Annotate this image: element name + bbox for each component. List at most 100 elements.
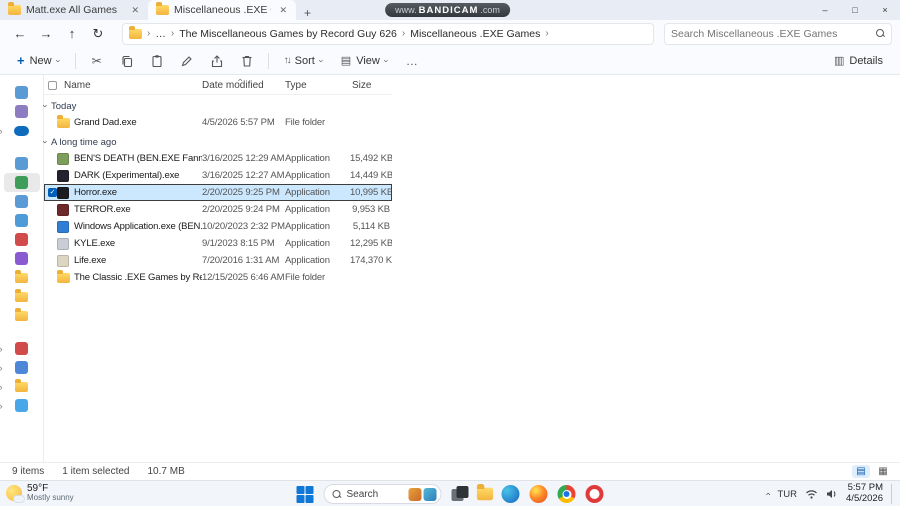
chevron-right-icon[interactable]: ›: [0, 363, 3, 373]
sidebar-item-recycle-bin[interactable]: ›: [0, 339, 40, 358]
sidebar-item-pinned-folder-3[interactable]: [4, 306, 40, 325]
wifi-icon[interactable]: [805, 489, 818, 499]
sidebar-item-network[interactable]: ›: [0, 396, 40, 415]
search-input[interactable]: [671, 27, 876, 40]
file-row[interactable]: ✓ The Classic .EXE Games by Record Guy..…: [44, 269, 392, 286]
file-row[interactable]: ✓ Windows Application.exe (BEN.EXE Pa...…: [44, 218, 392, 235]
maximize-button[interactable]: □: [840, 0, 870, 20]
file-row[interactable]: ✓ BEN'S DEATH (BEN.EXE Fanmade Cop... 3/…: [44, 150, 392, 167]
taskbar-search-box[interactable]: Search: [323, 484, 442, 504]
sidebar-item-gallery[interactable]: [4, 102, 40, 121]
pinned-folder-3-icon: [15, 307, 28, 321]
address-bar[interactable]: › … › The Miscellaneous Games by Record …: [122, 22, 654, 45]
file-row[interactable]: ✓ Grand Dad.exe 4/5/2026 5:57 PM File fo…: [44, 114, 392, 131]
weather-widget[interactable]: 59°F Mostly sunny: [6, 483, 74, 503]
copy-button[interactable]: [114, 50, 140, 72]
show-desktop-button[interactable]: [891, 484, 895, 504]
close-icon[interactable]: ✕: [276, 5, 290, 16]
hidden-icons-chevron[interactable]: ›: [763, 493, 773, 496]
chevron-right-icon[interactable]: ›: [0, 401, 3, 411]
view-button[interactable]: ▤ View ›: [334, 51, 395, 70]
edge-icon[interactable]: [501, 485, 520, 503]
start-button[interactable]: [296, 485, 314, 503]
file-explorer-taskbar-icon[interactable]: [476, 484, 494, 501]
sidebar-item-downloads[interactable]: [3, 173, 40, 192]
file-row[interactable]: ✓ KYLE.exe 9/1/2023 8:15 PM Application …: [44, 235, 392, 252]
sidebar-item-documents[interactable]: [4, 192, 40, 211]
sidebar-item-pictures[interactable]: [4, 211, 40, 230]
sidebar-item-videos[interactable]: [4, 249, 40, 268]
group-label: Today: [51, 100, 77, 112]
sidebar-item-pinned-folder-2[interactable]: [4, 287, 40, 306]
close-icon[interactable]: ✕: [128, 5, 142, 16]
file-type: Application: [285, 170, 330, 181]
divider: [74, 52, 76, 69]
file-size: 5,114 KB: [352, 221, 390, 232]
breadcrumb-parent-folder[interactable]: The Miscellaneous Games by Record Guy 62…: [179, 28, 397, 40]
file-row[interactable]: ✓ Life.exe 7/20/2016 1:31 AM Application…: [44, 252, 392, 269]
back-button[interactable]: ←: [8, 23, 32, 45]
breadcrumb-ellipsis[interactable]: …: [155, 28, 166, 40]
chevron-right-icon[interactable]: ›: [0, 382, 3, 392]
refresh-button[interactable]: ↻: [86, 23, 110, 45]
cut-button[interactable]: ✂: [84, 50, 110, 72]
sidebar-item-desktop[interactable]: [4, 154, 40, 173]
minimize-button[interactable]: –: [810, 0, 840, 20]
thumbnails-view-button[interactable]: ▦: [874, 465, 892, 478]
search-highlight-icon[interactable]: [408, 487, 422, 501]
application-icon: [57, 203, 69, 216]
chevron-down-icon[interactable]: ›: [41, 105, 51, 108]
details-view-button[interactable]: ▤: [852, 465, 870, 478]
forward-button[interactable]: →: [34, 23, 58, 45]
search-highlight-icon[interactable]: [423, 487, 437, 501]
sidebar-item-music[interactable]: [4, 230, 40, 249]
column-header-date-modified[interactable]: Date modified: [202, 80, 285, 91]
clock[interactable]: 5:57 PM 4/5/2026: [846, 482, 883, 505]
sidebar-item-pinned-folder-1[interactable]: [4, 268, 40, 287]
close-button[interactable]: ×: [870, 0, 900, 20]
up-button[interactable]: ↑: [60, 23, 84, 45]
paste-button[interactable]: [144, 50, 170, 72]
new-button[interactable]: + New ›: [10, 50, 67, 71]
group-header[interactable]: › A long time ago: [41, 134, 392, 150]
sidebar-item-onedrive[interactable]: ›: [0, 121, 40, 140]
file-row[interactable]: ✓ TERROR.exe 2/20/2025 9:24 PM Applicati…: [44, 201, 392, 218]
task-view-button[interactable]: [451, 485, 469, 503]
file-date-modified: 7/20/2016 1:31 AM: [202, 255, 280, 266]
chevron-right-icon[interactable]: ›: [0, 126, 3, 136]
column-header-size[interactable]: Size: [350, 80, 392, 91]
row-checkbox[interactable]: ✓: [48, 188, 57, 197]
rename-button[interactable]: [174, 50, 200, 72]
delete-button[interactable]: [234, 50, 260, 72]
new-tab-button[interactable]: +: [296, 6, 319, 20]
tab-strip: Matt.exe All Games ✕ Miscellaneous .EXE …: [0, 0, 900, 20]
share-button[interactable]: [204, 50, 230, 72]
file-row[interactable]: ✓ DARK (Experimental).exe 3/16/2025 12:2…: [44, 167, 392, 184]
sort-button[interactable]: ↑↓ Sort ›: [277, 52, 330, 70]
search-box[interactable]: [664, 22, 892, 45]
more-options-button[interactable]: …: [399, 50, 425, 72]
sidebar-item-home[interactable]: [4, 83, 40, 102]
column-header-name[interactable]: Name: [56, 80, 202, 91]
volume-icon[interactable]: [826, 489, 838, 499]
firefox-icon[interactable]: [529, 485, 548, 503]
chevron-down-icon[interactable]: ›: [41, 141, 51, 144]
chrome-icon[interactable]: [557, 485, 576, 503]
file-date-modified: 2/20/2025 9:25 PM: [202, 187, 280, 198]
sidebar-item-libraries[interactable]: ›: [0, 377, 40, 396]
group-header[interactable]: › Today: [41, 98, 392, 114]
this-pc-icon: [15, 361, 28, 374]
bandicam-watermark: www. BANDICAM .com: [385, 3, 510, 17]
language-indicator[interactable]: TUR: [777, 489, 797, 500]
file-row[interactable]: ✓ Horror.exe 2/20/2025 9:25 PM Applicati…: [44, 184, 392, 201]
opera-icon[interactable]: [585, 485, 604, 503]
breadcrumb-current-folder[interactable]: Miscellaneous .EXE Games: [410, 28, 540, 40]
details-pane-button[interactable]: ▥ Details: [827, 51, 890, 70]
tab-miscellaneous-exe-games[interactable]: Miscellaneous .EXE Games ✕: [148, 0, 296, 20]
sidebar-item-this-pc[interactable]: ›: [0, 358, 40, 377]
chevron-right-icon[interactable]: ›: [0, 344, 3, 354]
sort-ascending-icon: ›: [234, 78, 245, 82]
tab-matt-exe-all-games[interactable]: Matt.exe All Games ✕: [0, 0, 148, 20]
search-icon[interactable]: [876, 29, 885, 38]
column-header-type[interactable]: Type: [285, 80, 350, 91]
